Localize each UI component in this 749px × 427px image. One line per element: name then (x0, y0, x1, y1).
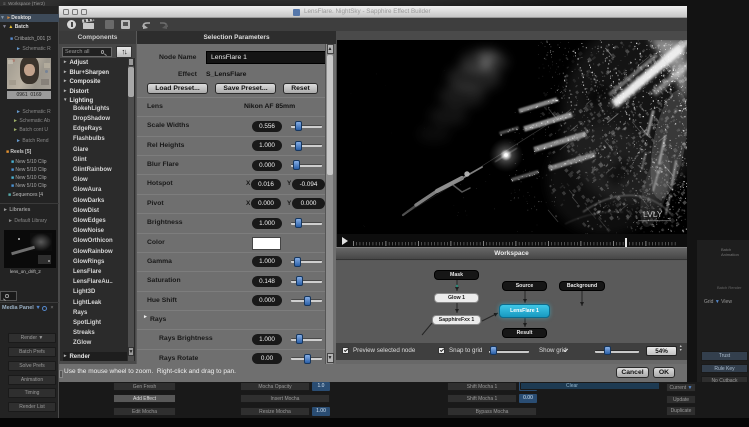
svg-text:LVLY: LVLY (643, 209, 663, 219)
